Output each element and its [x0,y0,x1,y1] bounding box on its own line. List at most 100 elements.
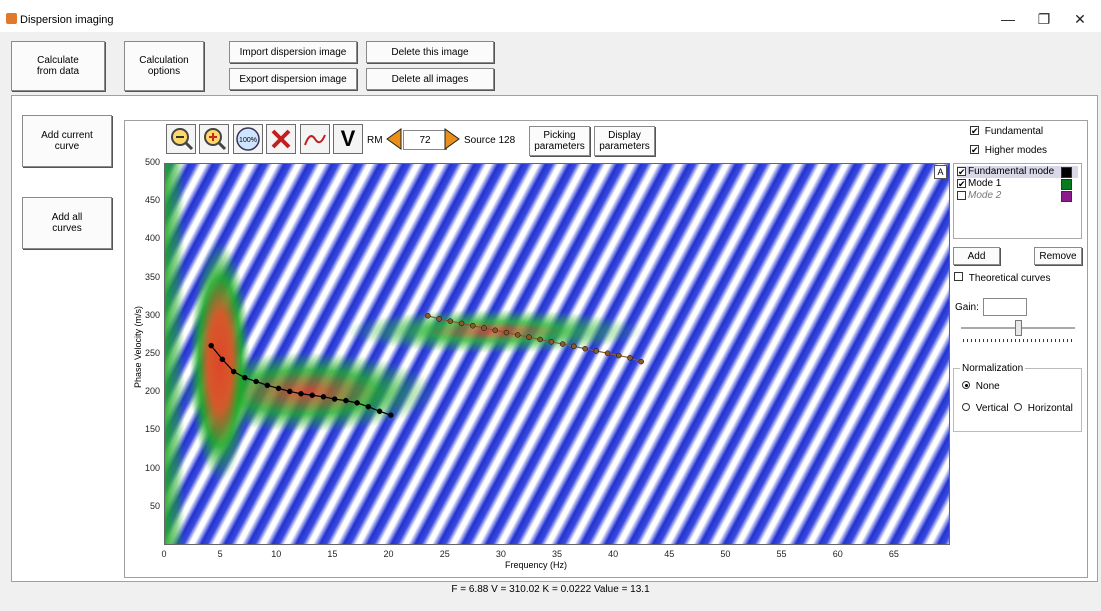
normalization-horizontal-label: Horizontal [1027,403,1073,414]
picked-point[interactable] [354,400,360,406]
normalization-vertical-label: Vertical [975,403,1009,414]
picked-point[interactable] [264,382,271,389]
x-tick-label: 60 [832,549,843,559]
higher-modes-checkbox[interactable]: ✔ Higher modes [970,145,1047,156]
picked-point[interactable] [365,403,372,410]
add-mode-button[interactable]: Add [953,247,1000,265]
picked-point[interactable] [481,325,487,331]
normalization-group [953,368,1082,432]
delete-x-icon[interactable] [266,124,296,154]
picked-point[interactable] [593,348,600,354]
picked-point[interactable] [526,334,532,340]
picked-point[interactable] [219,356,226,363]
import-image-button[interactable]: Import dispersion image [229,41,357,63]
picked-point[interactable] [470,322,476,329]
x-tick-label: 30 [495,549,506,559]
zoom-100-label: 100% [239,137,257,144]
picked-point[interactable] [287,388,293,395]
arrow-left-icon[interactable] [385,128,403,153]
mode-check[interactable] [957,191,966,200]
calculation-options-button[interactable]: Calculation options [124,41,204,91]
picked-point[interactable] [447,318,454,324]
x-tick-label: 25 [439,549,450,559]
normalization-vertical-radio[interactable]: Vertical [962,403,1009,414]
normalization-title: Normalization [960,363,1026,374]
add-current-curve-button[interactable]: Add current curve [22,115,112,167]
picked-point[interactable] [208,342,214,349]
mode-color-swatch [1061,179,1072,190]
picked-point[interactable] [230,368,237,375]
x-tick-label: 15 [327,549,338,559]
picked-point[interactable] [309,392,315,399]
picked-point[interactable] [320,394,327,400]
delete-this-image-button[interactable]: Delete this image [366,41,494,63]
picked-point[interactable] [458,320,465,327]
picked-point[interactable] [343,397,349,404]
v-tool-button[interactable]: V [333,124,363,154]
export-image-button[interactable]: Export dispersion image [229,68,357,90]
gain-input[interactable] [983,298,1027,316]
horizontal-radio-dot [1014,403,1022,411]
picked-point[interactable] [436,316,442,322]
picked-point[interactable] [376,408,383,415]
minimize-icon[interactable]: — [993,8,1023,30]
picked-point[interactable] [514,332,521,338]
mode-color-swatch [1061,191,1072,202]
picked-point[interactable] [537,336,543,343]
picked-point[interactable] [559,341,566,347]
zoom-in-icon[interactable] [199,124,229,154]
theoretical-curves-checkbox[interactable]: Theoretical curves [954,272,1050,284]
picked-point[interactable] [388,412,394,418]
mode-color-swatch [1061,167,1072,178]
modes-list[interactable]: ✔ Fundamental mode ✔ Mode 1 Mode 2 [953,163,1082,239]
picked-point[interactable] [492,327,498,334]
normalization-horizontal-radio[interactable]: Horizontal [1014,403,1073,414]
picked-point[interactable] [331,396,338,402]
fundamental-label: Fundamental [984,126,1044,137]
zoom-out-icon[interactable] [166,124,196,154]
y-tick-label: 450 [144,195,160,206]
picked-point[interactable] [253,378,259,385]
picking-parameters-button[interactable]: Picking parameters [529,126,590,156]
picked-point[interactable] [503,329,510,336]
picked-point[interactable] [571,343,577,350]
mode-row[interactable]: ✔ Mode 1 [957,178,1078,190]
rm-label: RM [367,135,383,146]
add-all-curves-button[interactable]: Add all curves [22,197,112,249]
restore-icon[interactable]: ❐ [1029,8,1059,30]
source-label: Source 128 [464,135,516,146]
mode-check[interactable]: ✔ [957,167,966,177]
picked-point[interactable] [627,355,633,361]
mode-row[interactable]: ✔ Fundamental mode [957,166,1078,178]
gain-label: Gain: [955,302,979,313]
app-icon [6,13,17,24]
gain-slider-thumb[interactable] [1015,320,1022,336]
rm-value-input[interactable] [403,130,447,150]
picked-point[interactable] [425,313,431,319]
y-tick-label: 500 [144,157,160,167]
normalization-none-radio[interactable]: None [962,381,1000,392]
display-parameters-button[interactable]: Display parameters [594,126,655,156]
picked-point[interactable] [242,374,248,381]
x-tick-label: 45 [664,549,675,559]
none-radio-dot [962,381,970,389]
curve-icon[interactable] [300,124,330,154]
calculate-from-data-button[interactable]: Calculate from data [11,41,105,91]
picked-point[interactable] [582,345,588,352]
mode-check[interactable]: ✔ [957,179,966,189]
arrow-right-icon[interactable] [443,128,461,153]
x-tick-label: 20 [383,549,394,559]
picked-point[interactable] [298,390,304,397]
picked-point[interactable] [616,352,622,359]
mode-row[interactable]: Mode 2 [957,190,1078,202]
zoom-100-icon[interactable]: 100% [233,124,263,154]
delete-all-images-button[interactable]: Delete all images [366,68,494,90]
picked-point[interactable] [548,339,555,345]
remove-mode-button[interactable]: Remove [1034,247,1082,265]
picked-point[interactable] [275,385,282,392]
picked-point[interactable] [638,358,644,365]
fundamental-checkbox[interactable]: ✔ Fundamental [970,126,1043,137]
close-icon[interactable]: ✕ [1065,8,1095,30]
vertical-radio-dot [962,403,970,411]
picked-point[interactable] [604,350,611,356]
